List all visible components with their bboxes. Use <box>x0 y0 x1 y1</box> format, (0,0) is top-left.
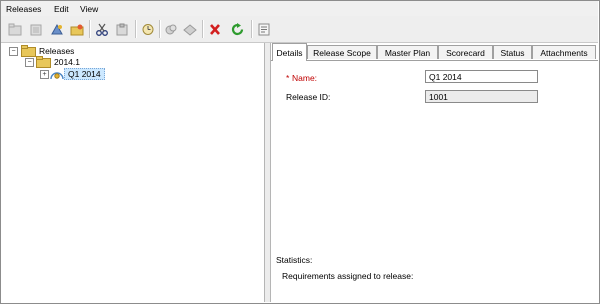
menu-edit[interactable]: Edit <box>54 4 69 14</box>
menu-bar: Releases Edit View <box>1 1 598 16</box>
release-cycle-icon <box>50 72 64 80</box>
toolbar-separator <box>89 20 91 38</box>
tree-item-2014-1[interactable]: 2014.1 <box>54 57 80 67</box>
new-cycle-icon[interactable] <box>49 21 65 37</box>
tab-master-plan[interactable]: Master Plan <box>377 45 438 59</box>
release-id-field: 1001 <box>425 90 538 103</box>
tree-expand-toggle-q1-2014[interactable]: + <box>40 70 49 79</box>
name-label: Name: <box>292 73 318 83</box>
tree-collapse-toggle-releases[interactable]: − <box>9 47 18 56</box>
release-id-label: Release ID: <box>286 92 331 102</box>
tab-status[interactable]: Status <box>493 45 532 59</box>
requirements-assigned-label: Requirements assigned to release: <box>282 271 414 281</box>
toolbar-separator <box>202 20 204 38</box>
tab-attachments[interactable]: Attachments <box>532 45 596 59</box>
cut-icon[interactable] <box>94 21 110 37</box>
tree-collapse-toggle-2014-1[interactable]: − <box>25 58 34 67</box>
refresh-linked-icon[interactable] <box>163 21 179 37</box>
schedule-icon[interactable] <box>140 21 156 37</box>
required-marker: * <box>286 73 290 83</box>
new-folder-icon[interactable] <box>7 21 23 37</box>
send-icon[interactable] <box>182 21 198 37</box>
toolbar-separator <box>135 20 137 38</box>
delete-icon[interactable] <box>207 21 223 37</box>
details-icon[interactable] <box>256 21 272 37</box>
menu-view[interactable]: View <box>80 4 98 14</box>
menu-releases[interactable]: Releases <box>6 4 41 14</box>
open-icon[interactable] <box>69 21 85 37</box>
tree-item-q1-2014[interactable]: Q1 2014 <box>64 68 105 80</box>
tab-scorecard[interactable]: Scorecard <box>438 45 493 59</box>
tab-release-scope[interactable]: Release Scope <box>307 45 377 59</box>
name-field[interactable]: Q1 2014 <box>425 70 538 83</box>
releases-tree-pane: − Releases − 2014.1 + Q1 2014 <box>1 43 265 302</box>
new-release-icon[interactable] <box>28 21 44 37</box>
toolbar-separator <box>251 20 253 38</box>
folder-icon <box>21 45 36 57</box>
toolbar <box>1 16 598 43</box>
tab-bar: Details Release Scope Master Plan Scorec… <box>271 43 598 61</box>
folder-icon <box>36 56 51 68</box>
paste-icon[interactable] <box>114 21 130 37</box>
tab-details[interactable]: Details <box>272 43 307 61</box>
statistics-label: Statistics: <box>276 255 313 265</box>
toolbar-separator <box>159 20 161 38</box>
tree-item-releases[interactable]: Releases <box>39 46 74 56</box>
refresh-icon[interactable] <box>230 21 246 37</box>
